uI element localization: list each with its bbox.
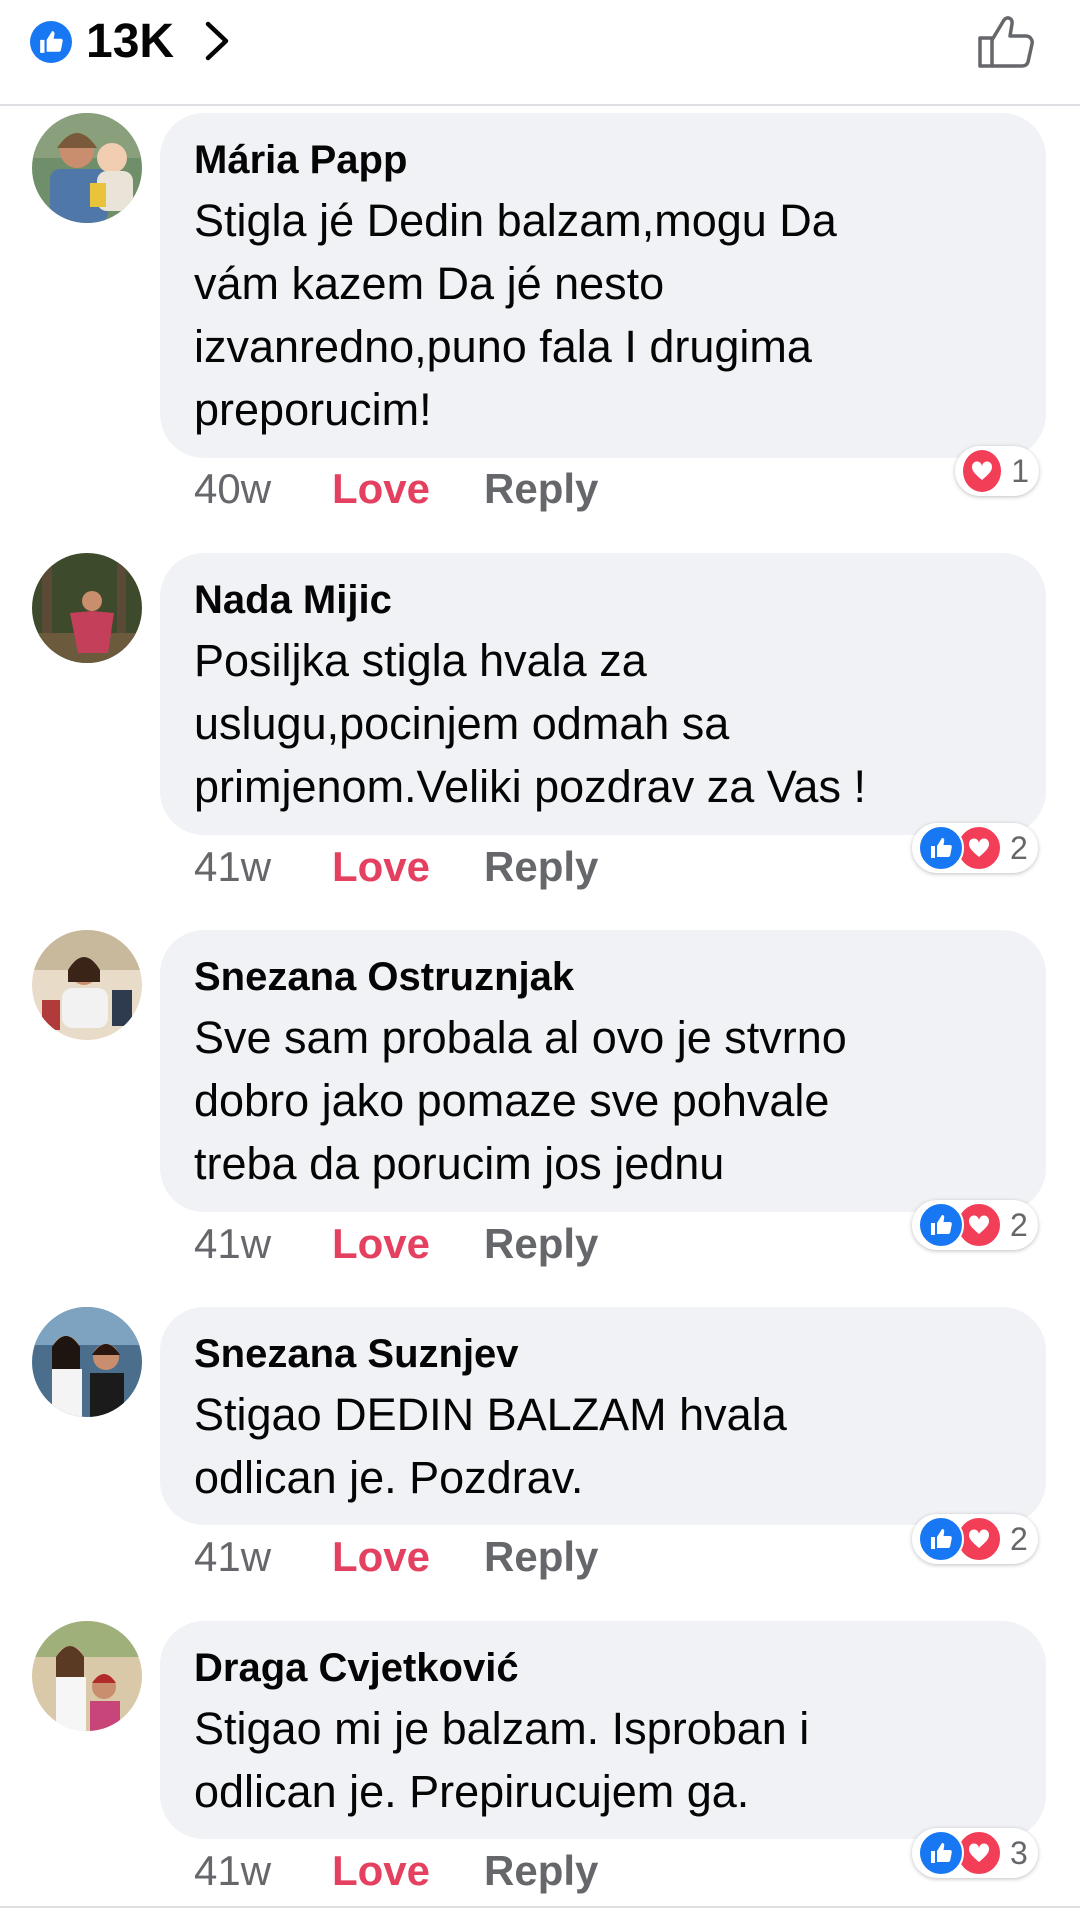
thumbs-up-outline-icon[interactable] <box>976 10 1038 72</box>
comment-text: Stigla jé Dedin balzam,mogu Da vám kazem… <box>194 195 837 435</box>
reaction-count: 3 <box>1010 1834 1028 1871</box>
avatar[interactable] <box>32 113 142 223</box>
comment-text: Sve sam probala al ovo je stvrno dobro j… <box>194 1012 847 1189</box>
love-reaction-icon <box>961 448 1004 494</box>
avatar[interactable] <box>32 930 142 1040</box>
comment: Snezana Suznjev Stigao DEDIN BALZAM hval… <box>0 1307 1080 1597</box>
comment-bubble[interactable]: Nada Mijic Posiljka stigla hvala za uslu… <box>160 553 1046 835</box>
comment-time[interactable]: 41w <box>194 1216 271 1272</box>
comment: Snezana Ostruznjak Sve sam probala al ov… <box>0 930 1080 1290</box>
comment-author[interactable]: Snezana Ostruznjak <box>194 950 1014 1004</box>
comment-reactions[interactable]: 1 <box>955 446 1039 496</box>
reaction-count: 2 <box>1010 1520 1028 1557</box>
reply-button[interactable]: Reply <box>484 1843 598 1899</box>
love-button[interactable]: Love <box>332 839 430 895</box>
comment-author[interactable]: Nada Mijic <box>194 573 1014 627</box>
comment-bubble[interactable]: Mária Papp Stigla jé Dedin balzam,mogu D… <box>160 113 1046 458</box>
comment: Nada Mijic Posiljka stigla hvala za uslu… <box>0 553 1080 913</box>
love-button[interactable]: Love <box>332 1216 430 1272</box>
like-reaction-icon <box>918 1516 964 1562</box>
comment-author[interactable]: Mária Papp <box>194 133 1014 187</box>
reply-button[interactable]: Reply <box>484 461 598 517</box>
like-reaction-icon <box>918 1202 964 1248</box>
comment-text: Posiljka stigla hvala za uslugu,pocinjem… <box>194 635 866 812</box>
divider <box>0 1906 1080 1908</box>
comment-text: Stigao mi je balzam. Isproban i odlican … <box>194 1703 810 1817</box>
comment-reactions[interactable]: 2 <box>912 1514 1038 1564</box>
like-reaction-icon <box>918 825 964 871</box>
avatar[interactable] <box>32 1621 142 1731</box>
comment-bubble[interactable]: Draga Cvjetković Stigao mi je balzam. Is… <box>160 1621 1046 1839</box>
comment-time[interactable]: 41w <box>194 1529 271 1585</box>
love-button[interactable]: Love <box>332 1529 430 1585</box>
avatar[interactable] <box>32 553 142 663</box>
comment-bubble[interactable]: Snezana Suznjev Stigao DEDIN BALZAM hval… <box>160 1307 1046 1525</box>
comment-time[interactable]: 40w <box>194 461 271 517</box>
chevron-right-icon[interactable] <box>200 16 234 66</box>
reply-button[interactable]: Reply <box>484 1216 598 1272</box>
comment-time[interactable]: 41w <box>194 839 271 895</box>
comment: Draga Cvjetković Stigao mi je balzam. Is… <box>0 1621 1080 1911</box>
comment-reactions[interactable]: 3 <box>912 1828 1038 1878</box>
comment-time[interactable]: 41w <box>194 1843 271 1899</box>
reaction-count: 2 <box>1010 1206 1028 1243</box>
like-icon <box>30 21 72 63</box>
comment-reactions[interactable]: 2 <box>912 1200 1038 1250</box>
reactions-header: 13K <box>0 0 1080 106</box>
comment: Mária Papp Stigla jé Dedin balzam,mogu D… <box>0 113 1080 533</box>
comment-author[interactable]: Snezana Suznjev <box>194 1327 1014 1381</box>
love-button[interactable]: Love <box>332 461 430 517</box>
reply-button[interactable]: Reply <box>484 1529 598 1585</box>
comment-text: Stigao DEDIN BALZAM hvala odlican je. Po… <box>194 1389 787 1503</box>
like-reaction-icon <box>918 1830 964 1876</box>
reply-button[interactable]: Reply <box>484 839 598 895</box>
love-button[interactable]: Love <box>332 1843 430 1899</box>
comment-reactions[interactable]: 2 <box>912 823 1038 873</box>
reaction-count: 2 <box>1010 829 1028 866</box>
comment-author[interactable]: Draga Cvjetković <box>194 1641 1014 1695</box>
comment-bubble[interactable]: Snezana Ostruznjak Sve sam probala al ov… <box>160 930 1046 1212</box>
like-count[interactable]: 13K <box>86 14 174 70</box>
avatar[interactable] <box>32 1307 142 1417</box>
reaction-count: 1 <box>1011 452 1029 489</box>
